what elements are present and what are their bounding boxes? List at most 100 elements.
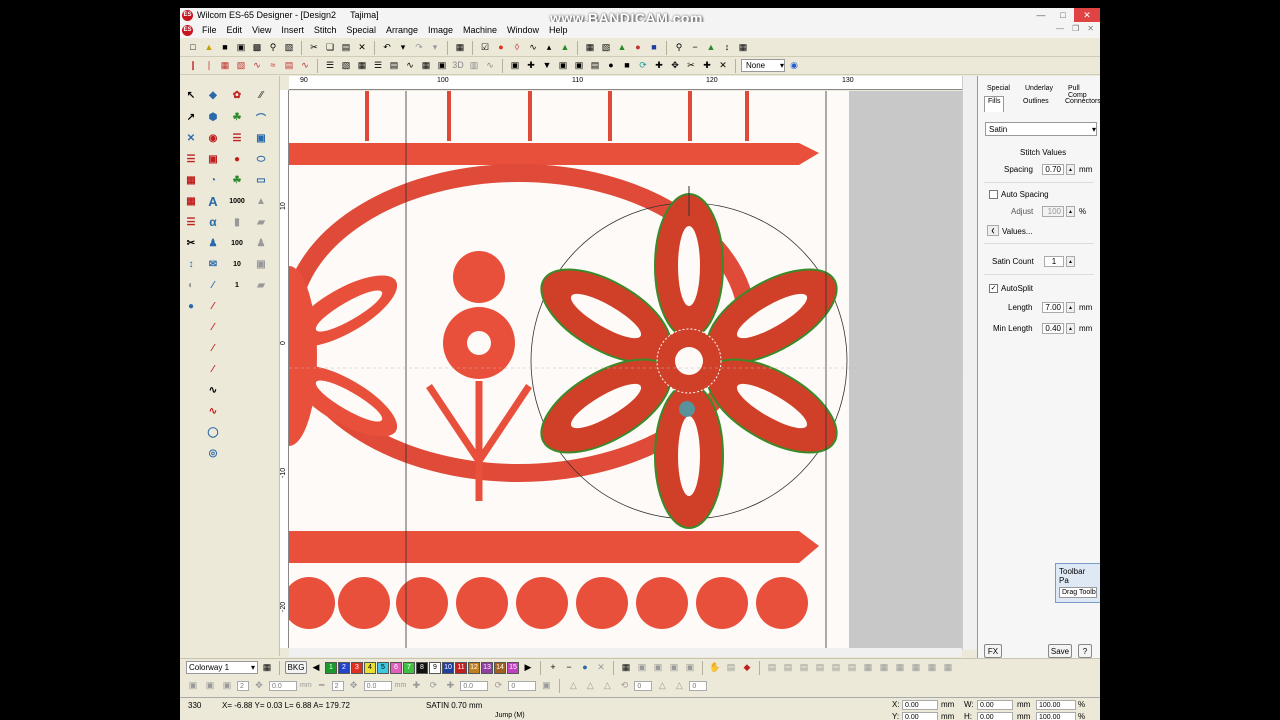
run-tool-icon[interactable]: ☰ [182, 213, 200, 231]
hide-icon[interactable]: ▣ [572, 59, 586, 73]
toolbar-panel[interactable]: Toolbar Pa Drag Toolb [1055, 563, 1100, 603]
align-right-icon[interactable]: ▤ [797, 661, 811, 675]
arrange-3-icon[interactable]: ▣ [667, 661, 681, 675]
zigzag-icon[interactable]: ∿ [403, 59, 417, 73]
thread-chart-icon[interactable]: ● [578, 661, 592, 675]
min-length-input[interactable]: 0.40 [1042, 323, 1064, 334]
grey-square-icon[interactable]: ▣ [252, 255, 270, 273]
satin-column-icon[interactable]: ☰ [182, 150, 200, 168]
adjust-input[interactable]: 100 [1042, 206, 1064, 217]
colorway-select[interactable]: Colorway 1 ▾ [186, 661, 258, 674]
distribute-4-icon[interactable]: ▦ [909, 661, 923, 675]
redraw-icon[interactable]: ⟳ [636, 59, 650, 73]
document-icon[interactable]: ES [182, 24, 193, 36]
mdi-close-button[interactable]: ✕ [1087, 24, 1094, 33]
stitch-line-2-icon[interactable]: ⁄ [204, 318, 222, 336]
motif-icon[interactable]: ∿ [298, 59, 312, 73]
satin-count-spinner[interactable]: ▲ [1066, 256, 1075, 267]
angle-input[interactable]: 0 [634, 680, 653, 691]
undo-icon[interactable]: ↶ [380, 41, 394, 55]
color-swatch[interactable]: 7 [403, 661, 415, 674]
tab-connectors[interactable]: Connectors [1062, 97, 1100, 106]
dash-icon[interactable]: ━ [315, 679, 329, 693]
stitch-100-icon[interactable]: 100 [228, 234, 246, 252]
slant-icon[interactable]: △ [655, 679, 669, 693]
save-as-icon[interactable]: ▣ [234, 41, 248, 55]
x-input[interactable]: 0.00 [902, 700, 938, 710]
mirror-3-icon[interactable]: △ [600, 679, 614, 693]
satin-count-input[interactable]: 1 [1044, 256, 1064, 267]
pattern-grey-icon[interactable]: ▲ [252, 192, 270, 210]
design-canvas[interactable] [289, 91, 977, 648]
fx-button[interactable]: FX [984, 644, 1002, 658]
prev-color-icon[interactable]: ◀ [309, 661, 323, 675]
align-left-icon[interactable]: ▤ [765, 661, 779, 675]
target-tool-icon[interactable]: ◎ [204, 444, 222, 462]
transform-1-icon[interactable]: ▣ [186, 679, 200, 693]
skew-input[interactable]: 0 [508, 680, 537, 691]
length-input[interactable]: 7.00 [1042, 302, 1064, 313]
menu-stitch[interactable]: Stitch [309, 25, 342, 35]
tab-special[interactable]: Special [984, 84, 1013, 93]
fill-stitch-icon[interactable]: ▤ [588, 59, 602, 73]
tab-fills[interactable]: Fills [984, 96, 1005, 112]
insert-stitch-icon[interactable]: ▦ [453, 41, 467, 55]
export-icon[interactable]: ▧ [282, 41, 296, 55]
stitch-line-1-icon[interactable]: ⁄ [204, 297, 222, 315]
grey-col-icon[interactable]: ▮ [228, 213, 246, 231]
minimize-button[interactable]: — [1030, 8, 1052, 22]
horizontal-scrollbar[interactable] [289, 648, 962, 657]
menu-insert[interactable]: Insert [276, 25, 309, 35]
trim-icon[interactable]: ✂ [684, 59, 698, 73]
rectangle-icon[interactable]: ▭ [252, 171, 270, 189]
move2-icon[interactable]: ✚ [443, 679, 457, 693]
menu-machine[interactable]: Machine [458, 25, 502, 35]
select-arrow-icon[interactable]: ↖ [182, 86, 200, 104]
pen-tool-icon[interactable]: ⁄ [204, 276, 222, 294]
texture-icon[interactable]: ▥ [467, 59, 481, 73]
circles-tool-icon[interactable]: ◯ [204, 423, 222, 441]
clear-icon[interactable]: ✕ [594, 661, 608, 675]
fancy-icon[interactable]: ▧ [234, 59, 248, 73]
run-icon[interactable]: ∿ [250, 59, 264, 73]
spacing-input[interactable]: 0.70 [1042, 164, 1064, 175]
paste-icon[interactable]: ▤ [339, 41, 353, 55]
menu-window[interactable]: Window [502, 25, 544, 35]
color-film-icon[interactable]: ● [631, 41, 645, 55]
grey-tile2-icon[interactable]: ▰ [252, 276, 270, 294]
color-swatch[interactable]: 1 [325, 661, 337, 674]
offset-x-input[interactable]: 0.0 [269, 680, 297, 691]
fill-column-icon[interactable]: ▦ [182, 171, 200, 189]
remove-color-icon[interactable]: − [562, 661, 576, 675]
redo-icon[interactable]: ↷ [412, 41, 426, 55]
people-icon[interactable]: ♟ [204, 234, 222, 252]
grey-people-icon[interactable]: ♟ [252, 234, 270, 252]
diagonal-lines-icon[interactable]: ⁄⁄ [252, 86, 270, 104]
stitch-path-icon[interactable]: ∿ [526, 41, 540, 55]
transform-2-icon[interactable]: ▣ [203, 679, 217, 693]
embossed-icon[interactable]: ∿ [483, 59, 497, 73]
zoom-icon[interactable]: ⚲ [672, 41, 686, 55]
lettering-frame-icon[interactable]: ◔ [204, 171, 222, 189]
square-arrow-icon[interactable]: ▣ [252, 129, 270, 147]
new-icon[interactable]: □ [186, 41, 200, 55]
color-swatch[interactable]: 15 [507, 661, 519, 674]
close-shape-icon[interactable]: ✕ [716, 59, 730, 73]
radial-icon[interactable]: ▤ [387, 59, 401, 73]
color-swatch[interactable]: 5 [377, 661, 389, 674]
pattern-select[interactable]: None ▾ [741, 59, 785, 72]
grey-tile-icon[interactable]: ▰ [252, 213, 270, 231]
distribute-1-icon[interactable]: ▦ [861, 661, 875, 675]
wave-icon[interactable]: ▦ [355, 59, 369, 73]
step2-input[interactable]: 2 [331, 680, 344, 691]
outline-icon[interactable]: ■ [620, 59, 634, 73]
fill-type-select[interactable]: Satin ▾ [985, 122, 1097, 136]
grid-icon[interactable]: ▦ [583, 41, 597, 55]
color-swatch[interactable]: 3 [351, 661, 363, 674]
arrange-2-icon[interactable]: ▣ [651, 661, 665, 675]
autosplit-checkbox[interactable]: ✓ [989, 284, 998, 293]
circle-target-icon[interactable]: ◉ [204, 129, 222, 147]
satin-icon[interactable]: ❘ [202, 59, 216, 73]
color-swatch[interactable]: 9 [429, 661, 441, 674]
hoop-icon[interactable]: ◐ [182, 276, 200, 294]
